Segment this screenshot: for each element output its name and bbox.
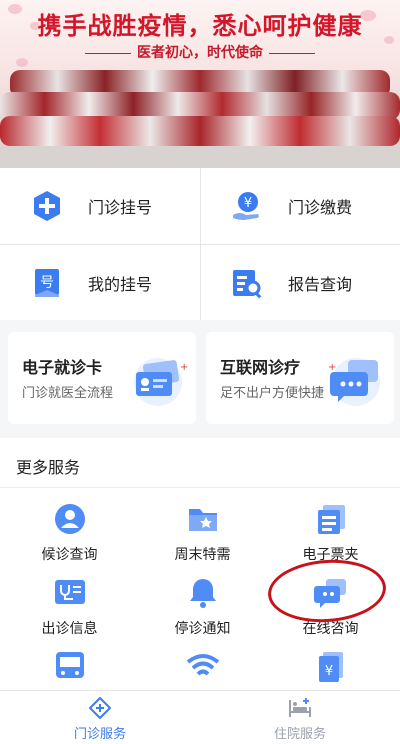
card-subtitle: 足不出户方便快捷 bbox=[220, 386, 325, 401]
folder-icon bbox=[186, 502, 220, 536]
my-registration-button[interactable]: 号 我的挂号 bbox=[0, 245, 200, 321]
receipt-button[interactable]: ¥ bbox=[264, 650, 397, 692]
tab-inpatient-service[interactable]: 住院服务 bbox=[200, 697, 400, 742]
card-title: 互联网诊疗 bbox=[220, 358, 301, 377]
wifi-button[interactable] bbox=[136, 650, 269, 692]
e-medical-card[interactable]: 电子就诊卡 门诊就医全流程 + bbox=[8, 332, 196, 424]
bell-icon bbox=[186, 576, 220, 610]
number-ticket-icon: 号 bbox=[30, 266, 64, 300]
outpatient-payment-button[interactable]: ¥ 门诊缴费 bbox=[200, 168, 400, 244]
svg-text:¥: ¥ bbox=[324, 664, 332, 679]
clinic-schedule-button[interactable]: 出诊信息 bbox=[3, 576, 136, 638]
shuttle-bus-button[interactable] bbox=[3, 650, 136, 692]
yen-hand-icon: ¥ bbox=[230, 189, 264, 223]
quick-action-label: 报告查询 bbox=[288, 275, 353, 294]
tab-outpatient-service[interactable]: 门诊服务 bbox=[0, 697, 200, 742]
service-label: 出诊信息 bbox=[41, 621, 98, 637]
report-query-button[interactable]: 报告查询 bbox=[200, 245, 400, 321]
ticket-stack-icon bbox=[314, 502, 348, 536]
chat-bubble-icon: + bbox=[326, 348, 386, 408]
service-label: 周末特需 bbox=[174, 547, 231, 563]
stethoscope-icon bbox=[53, 576, 87, 610]
quick-action-label: 门诊缴费 bbox=[288, 198, 353, 217]
quick-action-label: 门诊挂号 bbox=[88, 198, 153, 217]
card-title: 电子就诊卡 bbox=[22, 358, 103, 377]
weekend-special-button[interactable]: 周末特需 bbox=[136, 502, 269, 564]
waiting-query-button[interactable]: 候诊查询 bbox=[3, 502, 136, 564]
section-title: 更多服务 bbox=[16, 458, 81, 477]
group-photo bbox=[0, 68, 400, 168]
outpatient-icon bbox=[0, 697, 200, 719]
plus-circle-icon bbox=[30, 189, 64, 223]
bus-icon bbox=[53, 650, 87, 684]
svg-text:+: + bbox=[328, 362, 336, 373]
svg-text:号: 号 bbox=[40, 275, 54, 291]
hospital-bed-icon bbox=[200, 697, 400, 719]
card-subtitle: 门诊就医全流程 bbox=[22, 386, 114, 401]
internet-clinic-card[interactable]: 互联网诊疗 足不出户方便快捷 + bbox=[206, 332, 394, 424]
e-ticket-folder-button[interactable]: 电子票夹 bbox=[264, 502, 397, 564]
quick-action-label: 我的挂号 bbox=[88, 275, 153, 294]
suspension-notice-button[interactable]: 停诊通知 bbox=[136, 576, 269, 638]
svg-text:¥: ¥ bbox=[244, 196, 252, 211]
feature-cards: 电子就诊卡 门诊就医全流程 + 互联网诊疗 足不出户方便快捷 + bbox=[0, 320, 400, 438]
id-card-icon: + bbox=[128, 348, 188, 408]
bottom-tab-bar: 门诊服务 住院服务 bbox=[0, 690, 400, 744]
service-label: 候诊查询 bbox=[41, 547, 98, 563]
service-label: 停诊通知 bbox=[174, 621, 231, 637]
user-circle-icon bbox=[53, 502, 87, 536]
receipt-icon: ¥ bbox=[314, 650, 348, 684]
wifi-icon bbox=[186, 650, 220, 684]
outpatient-register-button[interactable]: 门诊挂号 bbox=[0, 168, 200, 244]
banner-title: 携手战胜疫情，悉心呵护健康 bbox=[37, 12, 363, 40]
tab-label: 门诊服务 bbox=[73, 727, 126, 742]
svg-text:+: + bbox=[180, 362, 188, 373]
banner-subtitle: 医者初心，时代使命 bbox=[0, 42, 400, 62]
report-search-icon bbox=[230, 266, 264, 300]
quick-actions-grid: 门诊挂号 ¥ 门诊缴费 号 我的挂号 报告查询 bbox=[0, 168, 400, 320]
hero-banner[interactable]: 携手战胜疫情，悉心呵护健康 医者初心，时代使命 bbox=[0, 0, 400, 168]
tab-label: 住院服务 bbox=[273, 727, 326, 742]
